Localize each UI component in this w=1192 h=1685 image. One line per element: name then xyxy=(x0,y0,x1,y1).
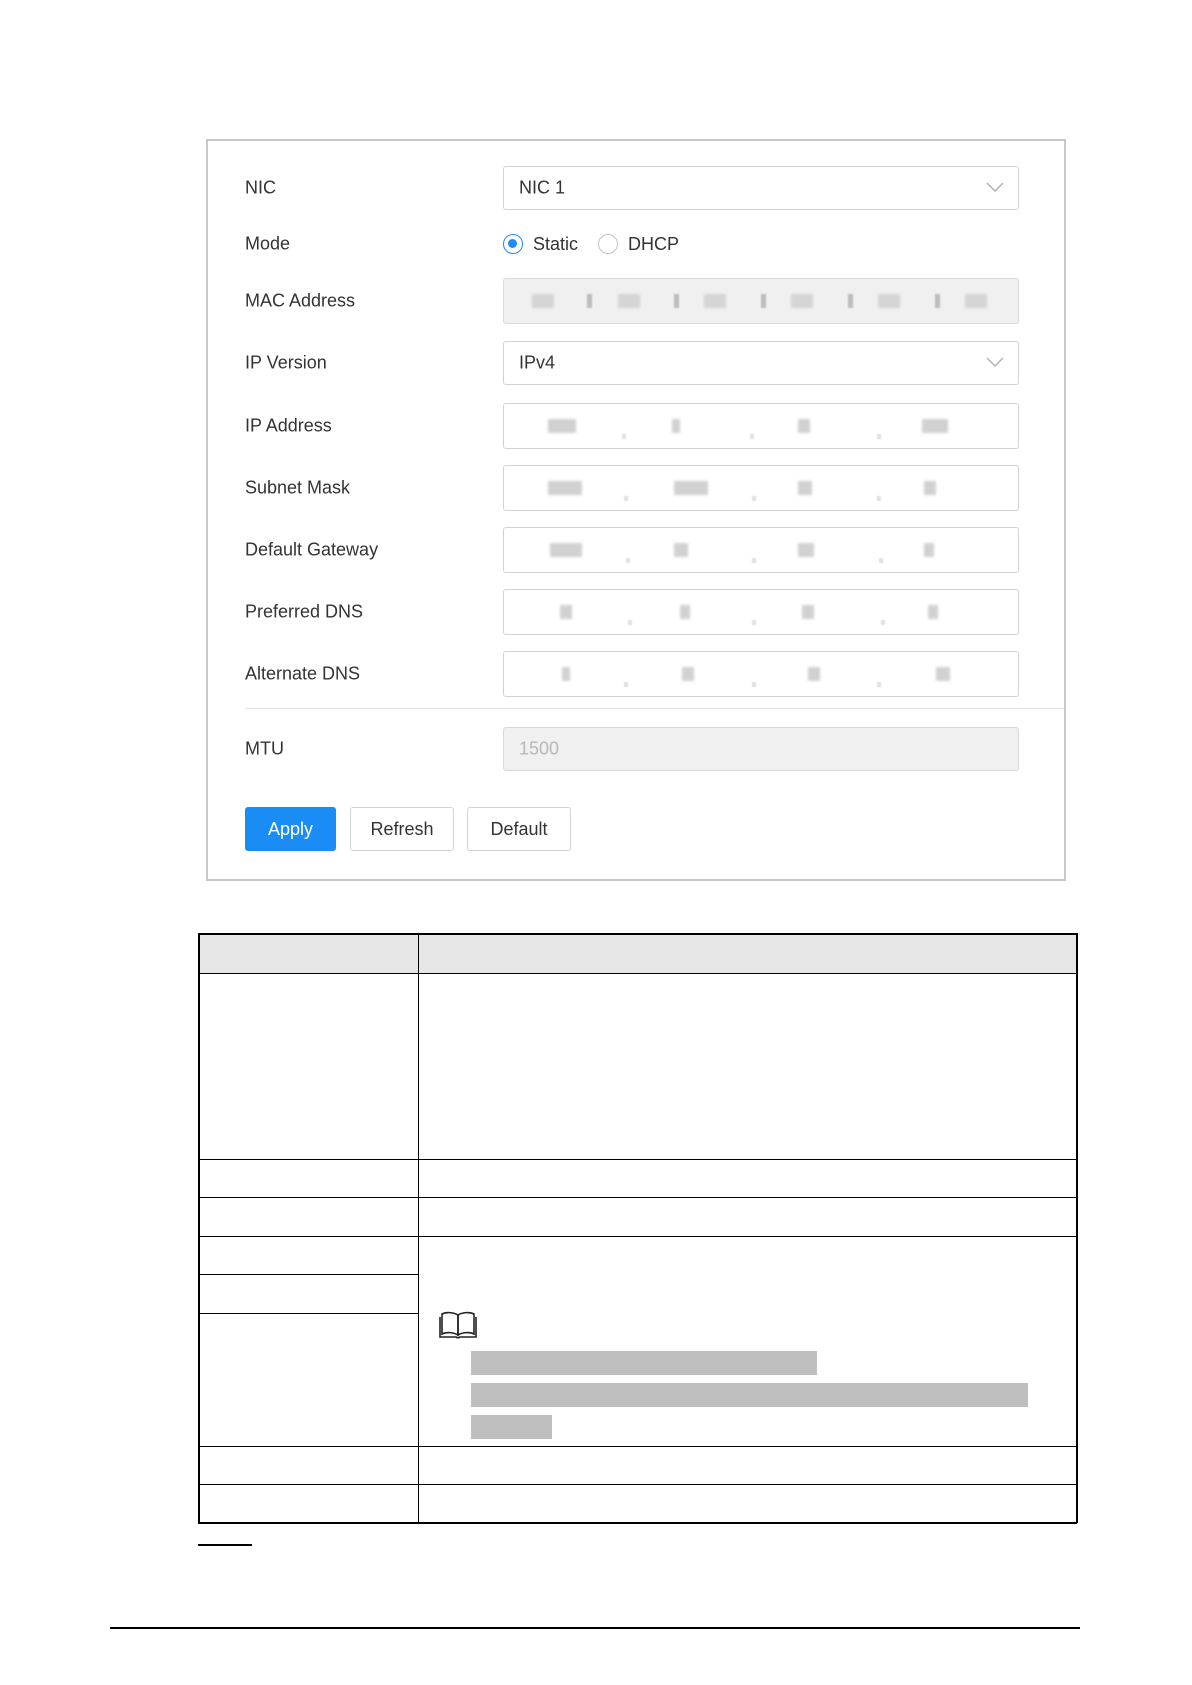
mtu-label: MTU xyxy=(245,738,284,759)
ip-address-row: IP Address xyxy=(208,403,1064,449)
subnet-mask-label: Subnet Mask xyxy=(245,477,351,498)
mode-dhcp-label: DHCP xyxy=(628,233,680,254)
mode-static-label: Static xyxy=(533,233,579,254)
redacted-note-line xyxy=(471,1351,817,1375)
alternate-dns-label: Alternate DNS xyxy=(245,663,361,684)
table-header xyxy=(198,933,1076,973)
radio-checked-icon xyxy=(503,234,523,254)
ip-address-label: IP Address xyxy=(245,415,332,436)
chevron-down-icon xyxy=(986,357,1004,367)
default-gateway-label: Default Gateway xyxy=(245,539,379,560)
table-border-left xyxy=(198,933,200,1523)
mac-address-row: MAC Address xyxy=(208,278,1064,324)
nic-row: NIC NIC 1 xyxy=(208,166,1064,210)
default-button[interactable]: Default xyxy=(467,807,571,851)
table-column-line xyxy=(418,933,419,1523)
table-row-line xyxy=(198,1484,1077,1485)
radio-unchecked-icon xyxy=(598,234,619,254)
subnet-mask-octets xyxy=(504,466,1018,510)
table-row-line xyxy=(198,1236,1077,1237)
mode-row: Mode Static DHCP xyxy=(208,222,1064,266)
mode-static-radio[interactable]: Static xyxy=(503,234,578,255)
section-divider xyxy=(245,708,1064,709)
mode-label: Mode xyxy=(245,233,291,254)
footer-rule xyxy=(110,1627,1080,1629)
preferred-dns-octets xyxy=(504,590,1018,634)
refresh-button[interactable]: Refresh xyxy=(350,807,454,851)
ip-version-row: IP Version IPv4 xyxy=(208,341,1064,385)
book-icon xyxy=(438,1310,478,1340)
table-row-line xyxy=(198,973,1077,974)
mac-address-value xyxy=(504,279,1018,323)
default-gateway-octets xyxy=(504,528,1018,572)
table-border-bottom xyxy=(198,1522,1077,1524)
mac-address-label: MAC Address xyxy=(245,290,356,311)
preferred-dns-row: Preferred DNS xyxy=(208,589,1064,635)
default-gateway-input[interactable] xyxy=(503,527,1019,573)
ip-version-select-value: IPv4 xyxy=(519,352,556,373)
subnet-mask-input[interactable] xyxy=(503,465,1019,511)
alternate-dns-octets xyxy=(504,652,1018,696)
alternate-dns-input[interactable] xyxy=(503,651,1019,697)
mtu-row: MTU 1500 xyxy=(208,727,1064,771)
table-row-line xyxy=(198,1274,418,1275)
redacted-note-line xyxy=(471,1383,1028,1407)
table-border-right xyxy=(1076,933,1078,1523)
mtu-field: 1500 xyxy=(503,727,1019,771)
mac-address-field xyxy=(503,278,1019,324)
network-settings-panel: NIC NIC 1 Mode Static DHCP MAC Address I… xyxy=(206,139,1066,881)
table-row-line xyxy=(198,1446,1077,1447)
subnet-mask-row: Subnet Mask xyxy=(208,465,1064,511)
mode-radio-group: Static DHCP xyxy=(503,222,699,266)
ip-address-input[interactable] xyxy=(503,403,1019,449)
redacted-note-line xyxy=(471,1415,552,1439)
table-row-line xyxy=(198,1197,1077,1198)
nic-select[interactable]: NIC 1 xyxy=(503,166,1019,210)
ip-version-select[interactable]: IPv4 xyxy=(503,341,1019,385)
nic-label: NIC xyxy=(245,177,276,198)
table-row-line xyxy=(198,1313,418,1314)
nic-select-value: NIC 1 xyxy=(519,177,566,198)
apply-button[interactable]: Apply xyxy=(245,807,336,851)
ip-version-label: IP Version xyxy=(245,352,327,373)
preferred-dns-input[interactable] xyxy=(503,589,1019,635)
preferred-dns-label: Preferred DNS xyxy=(245,601,364,622)
ip-address-octets xyxy=(504,404,1018,448)
mode-dhcp-radio[interactable]: DHCP xyxy=(598,234,679,255)
default-gateway-row: Default Gateway xyxy=(208,527,1064,573)
table-row-line xyxy=(198,1159,1077,1160)
short-rule xyxy=(198,1544,252,1546)
chevron-down-icon xyxy=(986,182,1004,192)
table-border-top xyxy=(198,933,1077,935)
mtu-value: 1500 xyxy=(519,738,560,759)
alternate-dns-row: Alternate DNS xyxy=(208,651,1064,697)
